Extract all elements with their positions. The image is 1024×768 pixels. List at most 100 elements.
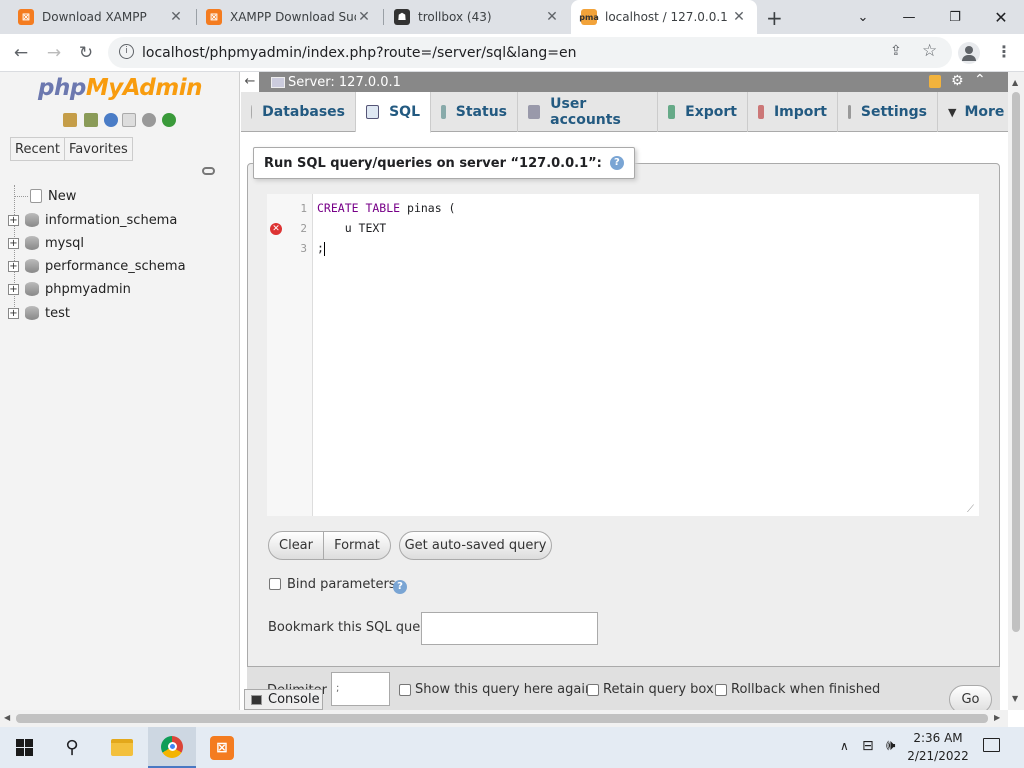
error-x-icon[interactable]: ✕ [270,223,282,235]
new-tab-button[interactable]: + [766,6,783,30]
clock-date[interactable]: 2/21/2022 [906,749,970,763]
tab-sql[interactable]: SQL [356,92,431,133]
forward-arrow-icon[interactable]: → [39,38,69,68]
reload-navigation-icon[interactable] [162,113,176,127]
back-arrow-icon[interactable]: ← [6,38,36,68]
resize-handle-icon[interactable]: ⟋ [967,504,974,515]
bookmark-label: Bookmark this SQL query: [268,620,437,635]
trollbox-icon: ☗ [394,9,410,25]
search-icon[interactable]: ⚲ [48,727,96,768]
network-icon[interactable]: ⊟ [862,738,874,754]
expand-plus-icon[interactable]: + [8,260,19,272]
server-tabs-menu: Databases SQL Status User accounts Expor… [241,92,1008,133]
sql-code-editor[interactable]: ✕ 1 2 3 CREATE TABLE pinas ( u TEXT ; ⟋ [267,194,979,516]
favorites-tab[interactable]: Favorites [64,137,133,161]
horizontal-scroll-thumb[interactable] [16,714,988,723]
help-icon[interactable] [104,113,118,127]
profile-avatar-icon[interactable] [958,42,980,64]
bookmark-input[interactable] [421,612,598,645]
bookmark-star-icon[interactable]: ☆ [922,41,937,61]
horizontal-scrollbar[interactable]: ◀ ▶ [0,710,1008,727]
collapse-icon[interactable]: ⌃ [974,72,986,88]
line-number: 2 [300,222,307,235]
chrome-icon[interactable] [148,727,196,768]
recent-tab[interactable]: Recent [10,137,65,161]
collapse-arrow-icon[interactable]: ← [241,72,259,92]
reload-icon[interactable]: ↻ [71,38,101,68]
tree-item-information-schema[interactable]: + information_schema [8,210,177,230]
show-hidden-icons-chevron[interactable]: ∧ [840,739,849,753]
window-close-icon[interactable]: ✕ [978,0,1024,34]
expand-plus-icon[interactable]: + [8,307,19,319]
windows-start-icon[interactable] [0,727,48,768]
more-vertical-icon[interactable]: ⋮ [996,42,1012,61]
tab-export[interactable]: Export [658,92,748,132]
delimiter-input[interactable]: ; [331,672,390,706]
tab-trollbox[interactable]: ☗ trollbox (43) ✕ [384,0,570,34]
go-button[interactable]: Go [949,685,992,710]
browser-tab-strip: ⊠ Download XAMPP ✕ ⊠ XAMPP Download Succ… [0,0,1024,34]
close-icon[interactable]: ✕ [356,9,372,25]
line-number-gutter: ✕ 1 2 3 [267,194,313,516]
show-query-label: Show this query here again [415,682,594,697]
vertical-scroll-thumb[interactable] [1012,92,1020,632]
settings-gear-icon[interactable]: ⚙ [951,73,964,89]
format-button[interactable]: Format [323,531,391,560]
restore-icon[interactable]: ❐ [932,0,978,34]
tab-xampp-download-success[interactable]: ⊠ XAMPP Download Succ ✕ [196,0,382,34]
show-query-checkbox[interactable] [399,684,411,696]
server-label[interactable]: Server: 127.0.0.1 [288,75,401,90]
home-icon[interactable] [63,113,77,127]
help-icon[interactable]: ? [393,580,407,594]
tab-settings[interactable]: Settings [838,92,938,132]
clock-time[interactable]: 2:36 AM [908,731,968,745]
retain-query-box-checkbox[interactable] [587,684,599,696]
info-icon[interactable]: i [119,44,134,59]
tab-status[interactable]: Status [431,92,518,132]
clear-button[interactable]: Clear [268,531,324,560]
phpmyadmin-logo[interactable]: phpMyAdmin [38,75,202,101]
tab-import[interactable]: Import [748,92,838,132]
tab-search-chevron-icon[interactable]: ⌄ [840,0,886,34]
new-database-icon [30,189,42,203]
scroll-down-arrow-icon[interactable]: ▼ [1012,694,1018,703]
rollback-checkbox[interactable] [715,684,727,696]
tree-item-phpmyadmin[interactable]: + phpmyadmin [8,279,131,299]
bind-parameters-checkbox[interactable] [269,578,281,590]
tab-download-xampp[interactable]: ⊠ Download XAMPP ✕ [8,0,194,34]
tree-item-test[interactable]: + test [8,303,70,323]
vertical-scrollbar[interactable]: ▲ ▼ [1008,72,1024,710]
help-icon[interactable]: ? [609,156,624,170]
share-icon[interactable]: ⇪ [890,43,902,59]
file-explorer-icon[interactable] [98,727,146,768]
get-auto-saved-query-button[interactable]: Get auto-saved query [399,531,552,560]
close-icon[interactable]: ✕ [544,9,560,25]
tree-item-mysql[interactable]: + mysql [8,233,84,253]
expand-plus-icon[interactable]: + [8,283,19,295]
database-icon [25,259,39,273]
scroll-right-arrow-icon[interactable]: ▶ [994,713,1000,722]
link-icon[interactable] [202,167,215,175]
volume-icon[interactable]: 🕪 [886,736,895,754]
tab-more[interactable]: ▼ More [938,92,1008,132]
documentation-icon[interactable] [122,113,136,127]
tree-item-new[interactable]: New [14,186,76,206]
tree-item-performance-schema[interactable]: + performance_schema [8,256,186,276]
expand-plus-icon[interactable]: + [8,237,19,249]
tab-user-accounts[interactable]: User accounts [518,92,658,132]
close-icon[interactable]: ✕ [168,9,184,25]
scroll-left-arrow-icon[interactable]: ◀ [4,713,10,722]
close-icon[interactable]: ✕ [731,9,747,25]
scroll-up-arrow-icon[interactable]: ▲ [1012,78,1018,87]
address-bar[interactable]: i localhost/phpmyadmin/index.php?route=/… [108,37,952,68]
console-toggle[interactable]: Console [244,689,323,710]
tab-databases[interactable]: Databases [241,92,356,132]
settings-gear-icon[interactable] [142,113,156,127]
tree-item-label: phpmyadmin [45,281,131,297]
notification-icon[interactable] [983,738,1000,752]
expand-plus-icon[interactable]: + [8,214,19,226]
xampp-taskbar-icon[interactable]: ⊠ [198,727,246,768]
logout-icon[interactable] [84,113,98,127]
tab-phpmyadmin[interactable]: pma localhost / 127.0.0.1 | p ✕ [571,0,757,34]
minimize-icon[interactable]: — [886,0,932,34]
